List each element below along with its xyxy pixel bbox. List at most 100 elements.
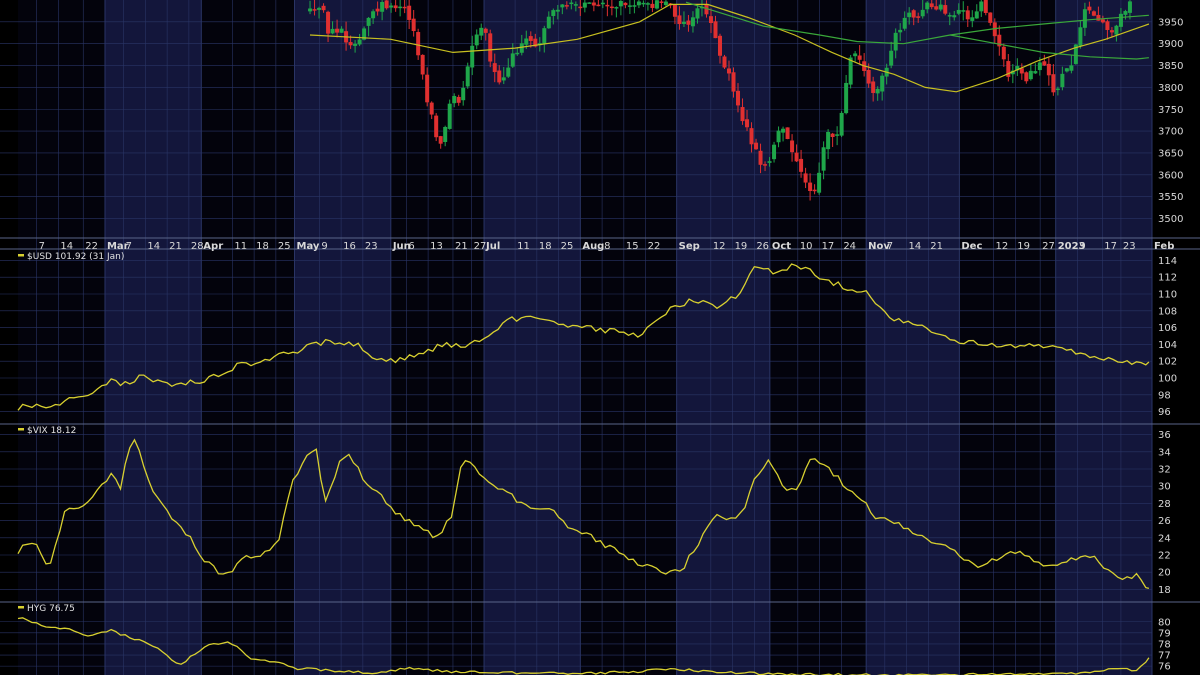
- candle-body: [425, 74, 430, 103]
- x-tick-label: 23: [365, 241, 378, 252]
- candle-body: [582, 2, 587, 8]
- candle-body: [686, 20, 691, 25]
- candle-body: [1123, 11, 1128, 15]
- y-tick-label: 114: [1158, 256, 1177, 267]
- candle-body: [528, 36, 533, 41]
- legend-swatch: [18, 428, 24, 431]
- candle-body: [519, 43, 524, 53]
- candle-body: [934, 6, 939, 10]
- candle-body: [578, 6, 583, 9]
- hyg-label: HYG 76.75: [27, 604, 75, 614]
- candle-body: [407, 5, 412, 20]
- candle-body: [681, 21, 686, 24]
- candle-body: [429, 102, 434, 115]
- candle-body: [844, 82, 849, 114]
- y-tick-label: 3850: [1158, 61, 1183, 72]
- x-tick-label: 23: [1123, 241, 1136, 252]
- y-tick-label: 3700: [1158, 127, 1183, 138]
- candle-body: [389, 5, 394, 8]
- candle-body: [925, 2, 930, 10]
- candle-body: [416, 32, 421, 56]
- x-tick-label: 7: [39, 241, 45, 252]
- y-tick-label: 102: [1158, 357, 1177, 368]
- candle-body: [1078, 27, 1083, 46]
- candle-body: [1118, 13, 1123, 27]
- x-tick-label: 6: [408, 241, 414, 252]
- candle-body: [758, 150, 763, 165]
- candle-body: [555, 9, 560, 12]
- candle-body: [1114, 25, 1119, 35]
- candle-body: [1028, 70, 1033, 80]
- candle-body: [754, 142, 759, 150]
- usd-label: $USD 101.92 (31 Jan): [27, 252, 124, 262]
- candle-body: [736, 90, 741, 106]
- x-tick-label: Aug: [582, 241, 604, 252]
- month-band: [294, 0, 391, 675]
- x-tick-label: Jul: [485, 241, 500, 252]
- month-band: [866, 0, 960, 675]
- y-tick-label: 20: [1158, 568, 1171, 579]
- candle-body: [627, 5, 632, 7]
- candle-body: [1105, 21, 1110, 30]
- y-tick-label: 3800: [1158, 83, 1183, 94]
- candle-body: [740, 107, 745, 122]
- candle-body: [745, 119, 750, 128]
- candle-body: [600, 2, 605, 5]
- candle-body: [898, 29, 903, 33]
- candle-body: [335, 28, 340, 33]
- y-tick-label: 24: [1158, 533, 1171, 544]
- candle-body: [799, 158, 804, 172]
- candle-body: [826, 131, 831, 150]
- candle-body: [965, 10, 970, 20]
- candle-body: [821, 147, 826, 171]
- x-tick-label: 18: [539, 241, 552, 252]
- x-tick-label: 21: [455, 241, 468, 252]
- candle-body: [781, 128, 786, 133]
- y-tick-label: 28: [1158, 499, 1171, 510]
- month-band: [484, 0, 581, 675]
- candle-body: [465, 66, 470, 87]
- candle-body: [785, 127, 790, 140]
- candle-body: [564, 5, 569, 7]
- candle-body: [366, 17, 371, 26]
- x-tick-label: 10: [800, 241, 813, 252]
- x-tick-label: 7: [887, 241, 893, 252]
- candle-body: [911, 10, 916, 18]
- y-tick-label: 106: [1158, 323, 1177, 334]
- candle-body: [551, 10, 556, 17]
- candle-body: [443, 126, 448, 143]
- x-tick-label: Dec: [961, 241, 982, 252]
- x-tick-label: 22: [85, 241, 98, 252]
- x-tick-label: 24: [843, 241, 856, 252]
- candle-body: [632, 5, 637, 7]
- candle-body: [317, 7, 322, 10]
- candle-body: [618, 0, 623, 7]
- candle-body: [663, 1, 668, 6]
- candle-body: [474, 34, 479, 46]
- x-tick-label: 12: [996, 241, 1009, 252]
- candle-body: [420, 54, 425, 75]
- candle-body: [497, 70, 502, 83]
- candle-body: [1109, 30, 1114, 33]
- candle-body: [447, 103, 452, 129]
- y-tick-label: 3950: [1158, 17, 1183, 28]
- candle-body: [339, 28, 344, 33]
- month-band: [18, 0, 105, 675]
- y-tick-label: 3650: [1158, 148, 1183, 159]
- x-tick-label: 7: [126, 241, 132, 252]
- y-tick-label: 80: [1158, 617, 1171, 628]
- candle-body: [1091, 11, 1096, 16]
- candle-body: [794, 152, 799, 162]
- candle-body: [1001, 46, 1006, 60]
- x-tick-label: 27: [1042, 241, 1055, 252]
- y-tick-label: 36: [1158, 430, 1171, 441]
- candle-body: [974, 11, 979, 19]
- candle-body: [848, 57, 853, 85]
- x-tick-label: 18: [256, 241, 269, 252]
- y-tick-label: 32: [1158, 465, 1171, 476]
- candle-body: [952, 15, 957, 18]
- y-tick-label: 78: [1158, 639, 1171, 650]
- candle-body: [893, 32, 898, 51]
- vix-label: $VIX 18.12: [27, 426, 76, 436]
- y-tick-label: 22: [1158, 551, 1171, 562]
